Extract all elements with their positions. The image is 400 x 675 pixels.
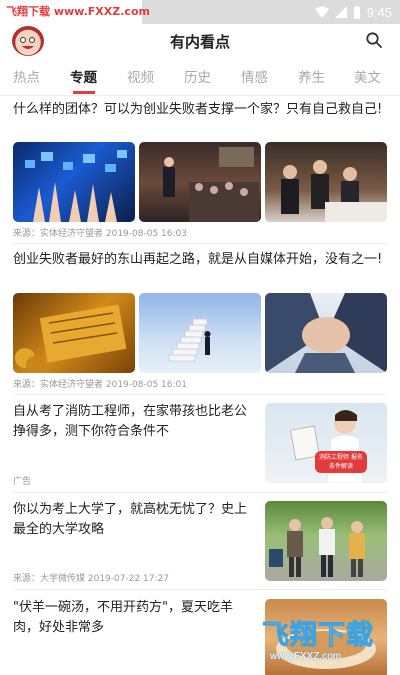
article-title[interactable]: 创业失败者最好的东山再起之路，就是从自媒体开始，没有之一! (13, 250, 387, 270)
battery-icon (353, 5, 360, 19)
ad-card[interactable]: 自从考了消防工程师，在家带孩也比老公挣得多，测下你符合条件不 (13, 402, 253, 442)
clock: 9:45 (366, 4, 392, 20)
tab-topics[interactable]: 专题 (70, 66, 97, 86)
app-bar: 有内看点 (0, 24, 400, 58)
article-image[interactable] (265, 142, 387, 222)
tab-history[interactable]: 历史 (184, 66, 211, 86)
divider (13, 394, 387, 395)
active-tab-indicator (73, 91, 95, 94)
article-image[interactable] (265, 501, 387, 581)
article-image[interactable] (265, 293, 387, 373)
article-title[interactable]: 你以为考上大学了，就高枕无忧了？史上最全的大学攻略 (13, 500, 253, 540)
status-icons: 9:45 (314, 0, 392, 24)
search-icon[interactable] (366, 32, 382, 48)
signal-icon (334, 6, 347, 18)
tab-emotion[interactable]: 情感 (241, 66, 268, 86)
article-image[interactable] (13, 142, 135, 222)
tab-essays[interactable]: 美文 (354, 66, 381, 86)
divider (13, 243, 387, 244)
wifi-icon (314, 6, 329, 18)
article-title[interactable]: 自从考了消防工程师，在家带孩也比老公挣得多，测下你符合条件不 (13, 402, 253, 442)
ad-image[interactable]: 消防工程师 报名条件解读 (265, 403, 387, 483)
ad-image-caption: 消防工程师 报名条件解读 (319, 454, 363, 470)
article-image[interactable] (139, 293, 261, 373)
article-image[interactable] (13, 293, 135, 373)
article-image[interactable] (139, 142, 261, 222)
tab-video[interactable]: 视频 (127, 66, 154, 86)
tab-health[interactable]: 养生 (298, 66, 325, 86)
article-card[interactable]: 创业失败者最好的东山再起之路，就是从自媒体开始，没有之一! (13, 250, 387, 270)
article-meta: 来源：实体经济守望者 2019-08-05 16:01 (13, 380, 187, 390)
article-title[interactable]: 什么样的团体？可以为创业失败者支撑一个家？只有自己救自己! (13, 100, 387, 120)
watermark-overlay: 飞翔下载 www.FXXZ.com (202, 605, 400, 675)
article-meta: 来源：实体经济守望者 2019-08-05 16:03 (13, 229, 187, 239)
category-tabs: 热点 专题 视频 历史 情感 养生 美文 (0, 58, 400, 96)
watermark-url: www.FXXZ.com (270, 651, 342, 662)
ad-label: 广告 (13, 477, 32, 487)
news-feed[interactable]: 什么样的团体？可以为创业失败者支撑一个家？只有自己救自己! 来源：实体经济守望者… (0, 96, 400, 675)
watermark-brand: 飞翔下载 (262, 620, 374, 652)
article-meta: 来源：大学微传媒 2019-07-22 17:27 (13, 574, 169, 584)
page-title: 有内看点 (169, 33, 230, 51)
divider (13, 492, 387, 493)
article-card[interactable]: 什么样的团体？可以为创业失败者支撑一个家？只有自己救自己! (13, 100, 387, 120)
status-bar: 飞翔下载 www.FXXZ.com 9:45 (0, 0, 400, 24)
tab-hot[interactable]: 热点 (13, 66, 40, 86)
article-card[interactable]: 你以为考上大学了，就高枕无忧了？史上最全的大学攻略 (13, 500, 253, 540)
watermark-label: 飞翔下载 www.FXXZ.com (0, 0, 150, 24)
brand-logo-icon (205, 614, 257, 666)
divider (13, 589, 387, 590)
